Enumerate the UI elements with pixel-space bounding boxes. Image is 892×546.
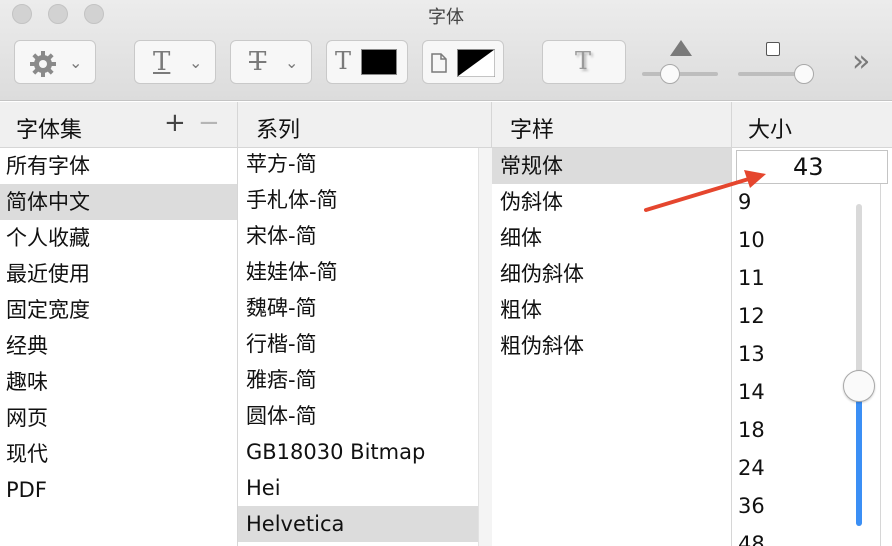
list-item[interactable]: 粗伪斜体 <box>492 328 731 364</box>
list-item[interactable]: 宋体-简 <box>238 218 478 254</box>
list-item[interactable]: 14 <box>732 374 765 410</box>
text-shadow-button[interactable]: T <box>542 40 626 84</box>
size-header-label: 大小 <box>748 118 793 143</box>
list-item[interactable]: 娃娃体-简 <box>238 254 478 290</box>
underline-menu-button[interactable]: T ⌄ <box>134 40 216 84</box>
shadow-icon: T <box>575 47 592 75</box>
font-size-slider-knob[interactable] <box>843 370 875 402</box>
text-color-swatch <box>361 49 397 75</box>
list-item-selected[interactable]: Helvetica <box>238 506 478 542</box>
size-header: 大小 <box>732 102 892 148</box>
list-item[interactable]: 固定宽度 <box>0 292 243 328</box>
list-item[interactable]: 细体 <box>492 220 731 256</box>
document-icon <box>431 53 447 73</box>
chevron-down-icon: ⌄ <box>285 53 299 72</box>
list-item[interactable]: 手札体-简 <box>238 182 478 218</box>
shadow-opacity-knob[interactable] <box>660 64 680 84</box>
toolbar: 字体 ⌄ T ⌄ T ⌄ T T » <box>0 0 892 101</box>
list-item[interactable]: 11 <box>732 260 765 296</box>
list-item[interactable]: 18 <box>732 412 765 448</box>
font-panel-window: 字体 ⌄ T ⌄ T ⌄ T T » 字体集 + − 系列 字样 大小 所有字体… <box>0 0 892 546</box>
list-item[interactable]: PDF <box>0 472 243 508</box>
add-collection-button[interactable]: + <box>164 108 186 138</box>
list-item[interactable]: 魏碑-简 <box>238 290 478 326</box>
list-item[interactable]: 细伪斜体 <box>492 256 731 292</box>
font-size-slider-fill <box>856 384 862 526</box>
list-item[interactable]: 经典 <box>0 328 243 364</box>
list-item[interactable]: 苹方-简 <box>238 146 478 182</box>
chevron-down-icon: ⌄ <box>69 53 83 72</box>
document-color-button[interactable] <box>422 40 504 84</box>
size-list[interactable]: 9 10 11 12 13 14 18 24 36 48 <box>732 184 842 546</box>
shadow-blur-icon <box>766 42 780 56</box>
action-menu-button[interactable]: ⌄ <box>14 40 96 84</box>
family-header: 系列 <box>238 102 492 148</box>
window-title: 字体 <box>428 7 464 28</box>
shadow-opacity-icon <box>670 40 692 56</box>
collections-header-label: 字体集 <box>16 118 83 143</box>
list-item[interactable]: 行楷-简 <box>238 326 478 362</box>
underline-icon: T <box>153 47 171 77</box>
text-color-icon: T <box>335 47 352 75</box>
list-item[interactable]: 10 <box>732 222 765 258</box>
document-color-swatch <box>457 49 495 77</box>
font-size-value: 43 <box>793 153 824 181</box>
list-item[interactable]: 雅痞-简 <box>238 362 478 398</box>
remove-collection-button[interactable]: − <box>198 108 220 138</box>
list-item[interactable]: Hei <box>238 470 478 506</box>
strikethrough-menu-button[interactable]: T ⌄ <box>230 40 312 84</box>
list-item-selected[interactable]: 简体中文 <box>0 184 237 220</box>
typeface-header-label: 字样 <box>510 118 555 143</box>
more-toolbar-items-icon[interactable]: » <box>852 44 870 79</box>
typeface-header: 字样 <box>492 102 732 148</box>
list-item[interactable]: 网页 <box>0 400 243 436</box>
list-item[interactable]: 趣味 <box>0 364 243 400</box>
shadow-opacity-slider[interactable] <box>642 72 718 76</box>
collections-header: 字体集 + − <box>0 102 238 148</box>
list-item[interactable]: 12 <box>732 298 765 334</box>
list-item[interactable]: 36 <box>732 488 765 524</box>
list-item[interactable]: 圆体-简 <box>238 398 478 434</box>
gear-icon <box>30 51 56 77</box>
chevron-down-icon: ⌄ <box>189 53 203 72</box>
list-item[interactable]: 粗体 <box>492 292 731 328</box>
list-item[interactable]: 48 <box>732 526 765 546</box>
list-item[interactable]: 24 <box>732 450 765 486</box>
list-item[interactable]: 个人收藏 <box>0 220 243 256</box>
strikethrough-icon: T <box>249 47 267 77</box>
list-item[interactable]: 13 <box>732 336 765 372</box>
list-item[interactable]: 最近使用 <box>0 256 243 292</box>
annotation-arrow-icon <box>644 170 766 212</box>
family-list-gutter <box>478 148 492 546</box>
window-edge <box>880 184 881 546</box>
list-item[interactable]: GB18030 Bitmap <box>238 434 478 470</box>
family-header-label: 系列 <box>256 118 301 143</box>
list-item[interactable]: 现代 <box>0 436 243 472</box>
list-item[interactable]: 所有字体 <box>0 148 243 184</box>
shadow-blur-knob[interactable] <box>794 64 814 84</box>
text-color-button[interactable]: T <box>326 40 408 84</box>
